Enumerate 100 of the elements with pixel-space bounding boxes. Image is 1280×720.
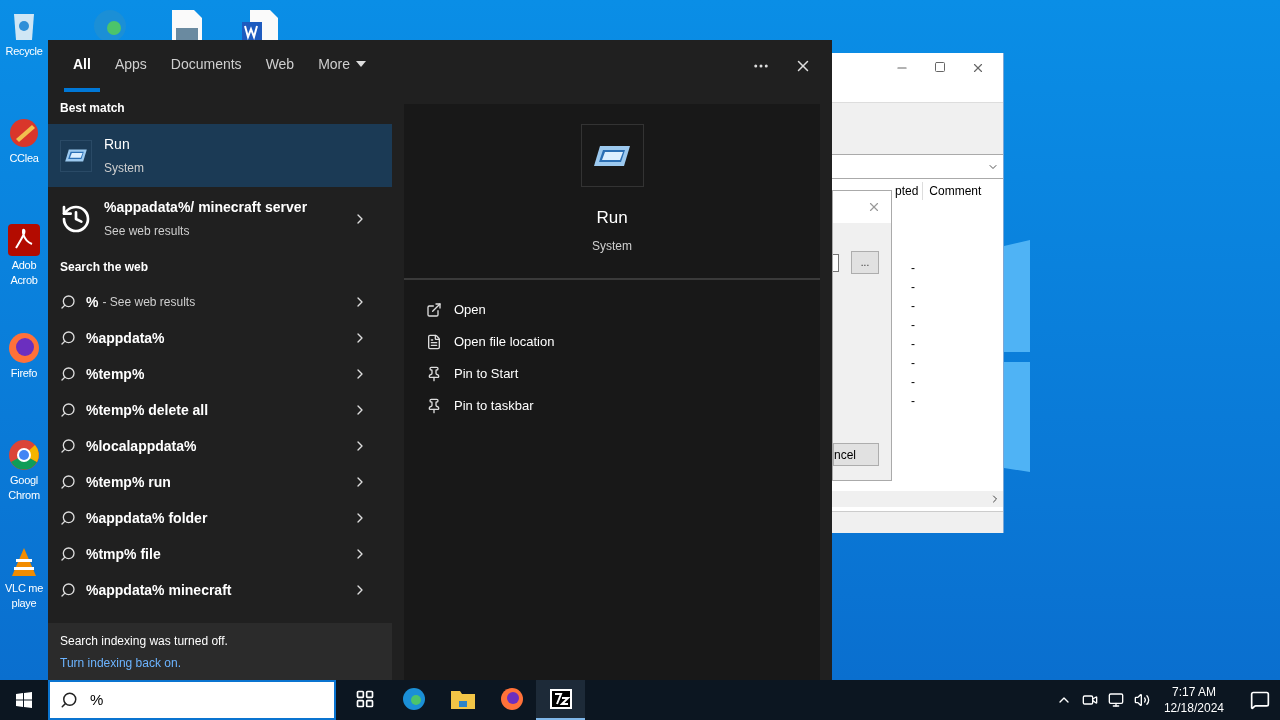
action-item[interactable]: Pin to taskbar: [404, 390, 820, 422]
table-cell-text: -: [911, 298, 916, 315]
desktop-icon-label: CClea: [9, 151, 39, 166]
search-icon: [60, 366, 76, 382]
search-input[interactable]: %: [90, 688, 324, 712]
run-icon: [64, 147, 88, 164]
pin-icon: [426, 366, 442, 382]
suggestion-text: %localappdata%: [86, 436, 197, 456]
chrome-icon[interactable]: [6, 437, 42, 473]
notifications-icon[interactable]: [1250, 690, 1270, 710]
action-item[interactable]: Pin to Start: [404, 358, 820, 390]
firefox-icon[interactable]: [499, 687, 524, 711]
acrobat-icon[interactable]: [6, 222, 42, 258]
suggestion-text: %appdata% folder: [86, 508, 208, 528]
suggestion-text: %temp%: [86, 364, 145, 384]
suggestion-item[interactable]: %temp% delete all: [48, 392, 392, 428]
horizontal-scrollbar[interactable]: [832, 491, 1003, 507]
file-icon: [426, 334, 442, 350]
search-icon: [60, 438, 76, 454]
desktop-icon-label: Googl: [10, 473, 38, 488]
history-item[interactable]: %appadata%/ minecraft server See web results: [48, 187, 392, 250]
filter-tab[interactable]: More: [309, 40, 376, 92]
filter-tab[interactable]: Apps: [105, 40, 156, 92]
search-icon: [60, 691, 78, 709]
clock[interactable]: 7:17 AM 12/18/2024: [1159, 684, 1228, 716]
volume-icon[interactable]: [1133, 692, 1150, 708]
word-file-icon[interactable]: [240, 10, 280, 40]
clock-time: 7:17 AM: [1171, 684, 1216, 700]
desktop-icon-label: playe: [11, 596, 37, 611]
action-label: Open file location: [454, 333, 555, 352]
camera-icon[interactable]: [1081, 692, 1098, 708]
result-title: Run: [104, 135, 131, 154]
search-icon: [60, 294, 76, 310]
table-cell-text: -: [911, 317, 916, 334]
result-title: %appadata%/ minecraft server: [104, 198, 309, 217]
action-item[interactable]: Open: [404, 294, 820, 326]
suggestion-item[interactable]: % - See web results: [48, 284, 392, 320]
suggestion-text: %appdata% minecraft: [86, 580, 232, 600]
section-heading: Search the web: [60, 259, 149, 276]
cancel-button[interactable]: ncel: [833, 443, 879, 466]
table-cell-text: -: [911, 336, 916, 353]
desktop-icon-label: Chrom: [8, 488, 40, 503]
search-icon: [60, 546, 76, 562]
image-file-icon[interactable]: [170, 10, 204, 40]
archive-icon[interactable]: [548, 688, 573, 710]
maximize-icon[interactable]: [934, 61, 946, 73]
suggestion-text: %: [86, 292, 99, 312]
search-icon: [60, 510, 76, 526]
taskbar-app[interactable]: [536, 680, 585, 720]
turn-indexing-link[interactable]: Turn indexing back on.: [60, 653, 380, 672]
search-icon: [60, 330, 76, 346]
filter-tab[interactable]: All: [64, 40, 100, 92]
task-view-icon[interactable]: [354, 689, 375, 709]
edge-icon[interactable]: [401, 687, 426, 711]
path-field[interactable]: [833, 253, 839, 272]
suggestion-note: - See web results: [102, 294, 196, 311]
windows-logo-icon: [16, 692, 32, 708]
open-icon: [426, 302, 442, 318]
suggestion-item[interactable]: %appdata% folder: [48, 500, 392, 536]
dropdown-caret-icon: [356, 61, 367, 67]
desktop-icon-label: Firefo: [10, 366, 38, 381]
result-subtitle: System: [104, 160, 144, 177]
suggestion-text: %tmp% file: [86, 544, 161, 564]
action-label: Pin to Start: [454, 365, 519, 384]
suggestion-text: %temp% delete all: [86, 400, 209, 420]
result-subtitle: See web results: [104, 223, 191, 240]
search-icon: [60, 582, 76, 598]
notice-text: Search indexing was turned off.: [60, 632, 229, 650]
desktop-icon-label: VLC me: [5, 581, 43, 596]
desktop-icon-label: Adob: [11, 258, 37, 273]
folder-icon[interactable]: [450, 689, 475, 709]
table-cell-text: -: [911, 393, 916, 410]
filter-tab[interactable]: Web: [256, 40, 304, 92]
suggestion-item[interactable]: %temp%: [48, 356, 392, 392]
browse-button[interactable]: ...: [851, 251, 879, 274]
column-header[interactable]: Comment: [922, 182, 982, 200]
search-icon: [60, 474, 76, 490]
action-item[interactable]: Open file location: [404, 326, 820, 358]
section-heading: Best match: [60, 100, 125, 117]
table-cell-text: -: [911, 374, 916, 391]
suggestion-item[interactable]: %appdata% minecraft: [48, 572, 392, 608]
suggestion-item[interactable]: %tmp% file: [48, 536, 392, 572]
clock-date: 12/18/2024: [1163, 700, 1224, 716]
filter-tab[interactable]: Documents: [161, 40, 251, 92]
column-header[interactable]: pted: [895, 182, 919, 200]
table-cell-text: -: [911, 279, 916, 296]
suggestion-item[interactable]: %temp% run: [48, 464, 392, 500]
action-label: Open: [454, 301, 486, 320]
network-icon[interactable]: [1107, 692, 1124, 708]
best-match-item[interactable]: Run System: [48, 124, 392, 187]
suggestion-item[interactable]: %localappdata%: [48, 428, 392, 464]
suggestion-item[interactable]: %appdata%: [48, 320, 392, 356]
desktop-icon-label: Acrob: [10, 273, 38, 288]
close-icon[interactable]: [971, 61, 985, 75]
search-icon: [60, 402, 76, 418]
action-label: Pin to taskbar: [454, 397, 534, 416]
suggestion-text: %temp% run: [86, 472, 171, 492]
search-box[interactable]: %: [48, 680, 336, 720]
app-subtitle: System: [592, 237, 632, 255]
pin-icon: [426, 398, 442, 414]
